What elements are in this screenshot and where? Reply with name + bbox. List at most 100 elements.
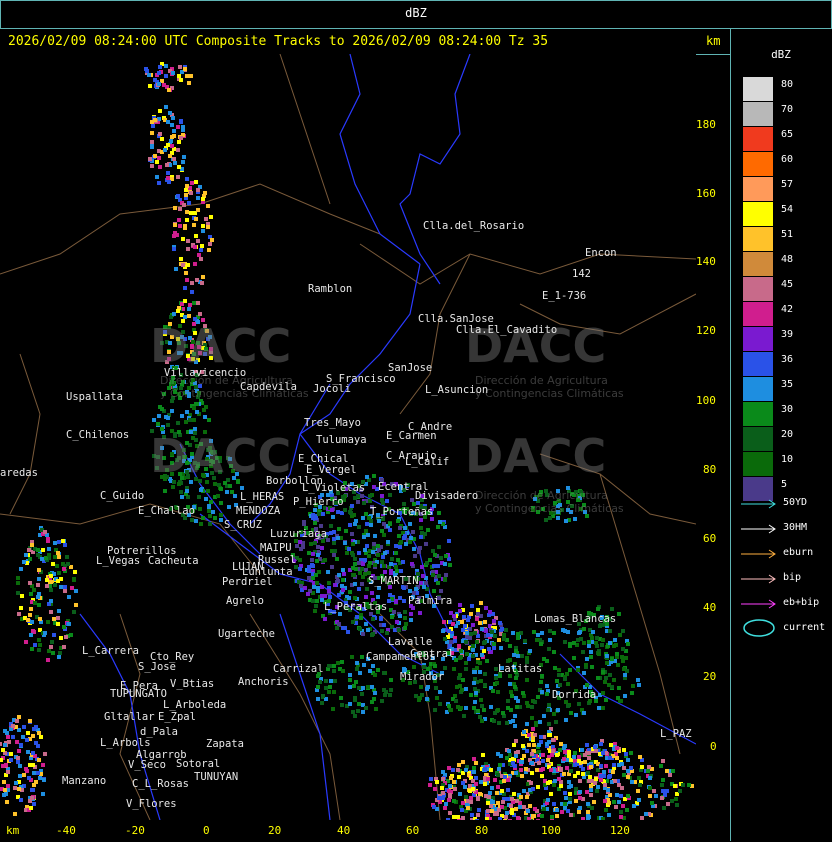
echo-pixel	[483, 640, 487, 644]
echo-pixel	[373, 673, 377, 677]
echo-pixel	[233, 494, 237, 498]
echo-pixel	[482, 649, 486, 653]
echo-pixel	[184, 193, 188, 197]
echo-pixel	[473, 670, 477, 674]
echo-pixel	[463, 785, 467, 789]
echo-pixel	[399, 540, 403, 544]
echo-pixel	[661, 789, 665, 793]
echo-pixel	[363, 558, 367, 562]
echo-pixel	[157, 71, 161, 75]
echo-pixel	[495, 791, 499, 795]
echo-pixel	[53, 541, 57, 545]
echo-pixel	[183, 299, 187, 303]
echo-pixel	[332, 669, 336, 673]
echo-pixel	[519, 768, 523, 772]
echo-pixel	[567, 754, 571, 758]
echo-pixel	[176, 175, 180, 179]
echo-pixel	[471, 654, 475, 658]
echo-pixel	[36, 744, 40, 748]
echo-pixel	[36, 771, 40, 775]
place-label: Jocoli	[313, 383, 351, 395]
echo-pixel	[522, 730, 526, 734]
echo-pixel	[185, 489, 189, 493]
echo-pixel	[650, 801, 654, 805]
echo-pixel	[157, 181, 161, 185]
legend-swatch	[743, 127, 773, 151]
echo-pixel	[462, 714, 466, 718]
echo-pixel	[637, 798, 641, 802]
echo-pixel	[350, 655, 354, 659]
place-label: Manzano	[62, 775, 107, 787]
echo-pixel	[671, 769, 675, 773]
legend-value: 60	[781, 154, 794, 165]
echo-pixel	[472, 706, 476, 710]
echo-pixel	[447, 798, 451, 802]
echo-pixel	[150, 131, 154, 135]
echo-pixel	[371, 664, 375, 668]
place-label: Dorrida	[552, 689, 597, 701]
echo-pixel	[497, 808, 501, 812]
echo-pixel	[662, 806, 666, 810]
echo-pixel	[316, 589, 320, 593]
echo-pixel	[453, 787, 457, 791]
echo-pixel	[362, 535, 366, 539]
echo-pixel	[573, 774, 577, 778]
echo-pixel	[530, 716, 534, 720]
echo-pixel	[461, 760, 465, 764]
echo-pixel	[64, 635, 68, 639]
echo-pixel	[475, 617, 479, 621]
echo-pixel	[429, 777, 433, 781]
echo-pixel	[361, 575, 365, 579]
echo-pixel	[597, 706, 601, 710]
x-tick-label: 40	[337, 824, 351, 837]
radar-map[interactable]: DACC DACC DACC DACC Dirección de Agricul…	[0, 54, 696, 820]
echo-pixel	[14, 781, 18, 785]
echo-pixel	[353, 714, 357, 718]
echo-pixel	[617, 686, 621, 690]
echo-pixel	[70, 586, 74, 590]
echo-pixel	[621, 647, 625, 651]
echo-pixel	[358, 571, 362, 575]
echo-pixel	[168, 154, 172, 158]
echo-pixel	[163, 489, 167, 493]
echo-pixel	[371, 632, 375, 636]
echo-pixel	[358, 627, 362, 631]
echo-pixel	[497, 721, 501, 725]
echo-pixel	[16, 760, 20, 764]
echo-pixel	[520, 774, 524, 778]
echo-pixel	[585, 683, 589, 687]
echo-pixel	[348, 702, 352, 706]
echo-pixel	[687, 783, 691, 787]
echo-pixel	[596, 785, 600, 789]
echo-pixel	[629, 751, 633, 755]
echo-pixel	[335, 626, 339, 630]
echo-pixel	[586, 802, 590, 806]
echo-pixel	[616, 696, 620, 700]
echo-pixel	[28, 763, 32, 767]
echo-pixel	[361, 710, 365, 714]
echo-pixel	[483, 620, 487, 624]
place-label: S_Jose	[138, 661, 176, 673]
echo-pixel	[594, 777, 598, 781]
echo-pixel	[53, 555, 57, 559]
echo-pixel	[621, 629, 625, 633]
place-label: Clla.El_Cavadito	[456, 324, 558, 336]
echo-pixel	[617, 800, 621, 804]
echo-pixel	[626, 794, 630, 798]
echo-pixel	[586, 771, 590, 775]
echo-pixel	[481, 753, 485, 757]
place-label: Gltallar	[104, 711, 155, 723]
echo-pixel	[607, 813, 611, 817]
echo-pixel	[401, 560, 405, 564]
echo-pixel	[434, 686, 438, 690]
echo-pixel	[567, 785, 571, 789]
echo-pixel	[38, 776, 42, 780]
echo-pixel	[201, 229, 205, 233]
echo-pixel	[166, 416, 170, 420]
echo-pixel	[152, 418, 156, 422]
echo-pixel	[469, 796, 473, 800]
echo-pixel	[230, 490, 234, 494]
place-label: L_Peraltas	[324, 601, 388, 613]
echo-pixel	[540, 774, 544, 778]
echo-pixel	[343, 508, 347, 512]
